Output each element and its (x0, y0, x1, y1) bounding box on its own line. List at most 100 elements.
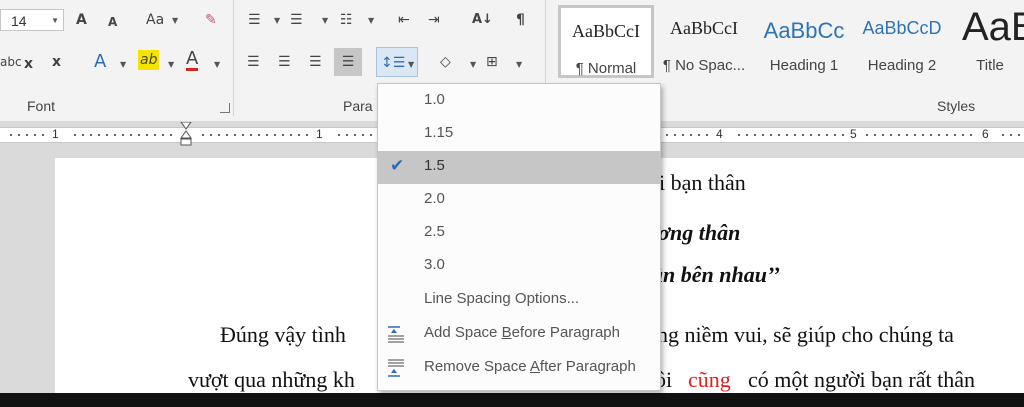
label-part: Remove Space (424, 358, 530, 375)
chevron-down-icon[interactable]: ▼ (322, 16, 328, 25)
indent-marker-icon[interactable] (180, 122, 192, 146)
strikethrough-icon[interactable]: abc (0, 52, 22, 72)
paragraph-group-label: Para (343, 98, 373, 114)
ruler-tick (970, 134, 972, 136)
ruler-tick (74, 134, 76, 136)
font-dialog-launcher-icon[interactable] (220, 103, 230, 113)
shading-icon[interactable]: ◇ (440, 52, 451, 72)
ruler-tick (210, 134, 212, 136)
style-no-spacing[interactable]: AaBbCcI ¶ No Spac... (656, 5, 752, 78)
ruler-number: 5 (850, 127, 857, 141)
doc-text-line: vượt qua những kh (188, 367, 355, 392)
ruler-tick (354, 134, 356, 136)
ruler-tick (890, 134, 892, 136)
ruler-tick (106, 134, 108, 136)
group-divider (233, 0, 234, 116)
ruler-tick (114, 134, 116, 136)
doc-text-line: ần bên nhau’’ (652, 262, 780, 287)
ruler-tick (738, 134, 740, 136)
menu-item-spacing-3-0[interactable]: 3.0 (378, 250, 660, 283)
ruler-tick (842, 134, 844, 136)
ruler-tick (266, 134, 268, 136)
font-color-icon[interactable]: A (186, 50, 199, 71)
menu-item-label: Line Spacing Options... (424, 290, 580, 307)
ruler-tick (922, 134, 924, 136)
style-title[interactable]: AaB Title (956, 5, 1024, 78)
numbering-icon[interactable]: ☰ (290, 10, 303, 30)
chevron-down-icon[interactable]: ▼ (516, 60, 522, 69)
chevron-down-icon[interactable]: ▼ (120, 60, 126, 69)
decrease-indent-icon[interactable]: ⇤ (398, 10, 410, 30)
doc-text-line: i bạn thân (659, 170, 746, 195)
label-accelerator: B (501, 324, 512, 341)
menu-item-label: Add Space Before Paragraph (424, 324, 620, 341)
style-heading-2[interactable]: AaBbCcD Heading 2 (854, 5, 950, 78)
menu-item-label: Remove Space After Paragraph (424, 358, 636, 375)
ruler-tick (1018, 134, 1020, 136)
multilevel-list-icon[interactable]: ☷ (340, 10, 353, 30)
font-group-label: Font (27, 98, 56, 114)
grow-font-icon[interactable]: A (76, 10, 87, 30)
menu-item-remove-space-after[interactable]: Remove Space After Paragraph (378, 352, 660, 385)
ruler-tick (754, 134, 756, 136)
menu-item-add-space-before[interactable]: Add Space Before Paragraph (378, 318, 660, 351)
increase-indent-icon[interactable]: ⇥ (428, 10, 440, 30)
ruler-tick (90, 134, 92, 136)
chevron-down-icon[interactable]: ▼ (214, 60, 220, 69)
menu-item-spacing-2-5[interactable]: 2.5 (378, 217, 660, 250)
align-right-icon[interactable]: ☰ (309, 52, 322, 72)
remove-space-after-icon (388, 359, 404, 377)
style-preview: AaBbCcI (572, 21, 640, 41)
shrink-font-icon[interactable]: A (108, 12, 117, 32)
text-effects-icon[interactable]: A (94, 52, 106, 72)
menu-item-spacing-1-15[interactable]: 1.15 (378, 118, 660, 151)
style-name: ¶ Normal (575, 60, 637, 77)
ruler-tick (362, 134, 364, 136)
superscript-icon[interactable]: x (52, 52, 61, 72)
line-spacing-menu: 1.0 1.15 ✔ 1.5 2.0 2.5 3.0 Line Spacing … (377, 83, 661, 391)
chevron-down-icon[interactable]: ▼ (470, 60, 476, 69)
change-case-icon[interactable]: Aa (146, 10, 164, 30)
chevron-down-icon[interactable]: ▼ (408, 60, 414, 69)
ruler-number: 6 (982, 127, 989, 141)
menu-item-spacing-1-5[interactable]: ✔ 1.5 (378, 151, 660, 184)
ruler-tick (250, 134, 252, 136)
ruler-tick (770, 134, 772, 136)
style-normal[interactable]: AaBbCcI ¶ Normal (558, 5, 654, 78)
ruler-tick (690, 134, 692, 136)
chevron-down-icon[interactable]: ▼ (168, 60, 174, 69)
ruler-tick (794, 134, 796, 136)
borders-icon[interactable]: ⊞ (486, 52, 498, 72)
label-part: fter Paragraph (539, 358, 636, 375)
chevron-down-icon[interactable]: ▼ (368, 16, 374, 25)
chevron-down-icon[interactable]: ▼ (172, 16, 178, 25)
bottom-edge (0, 393, 1024, 407)
bullets-icon[interactable]: ☰ (248, 10, 261, 30)
align-left-icon[interactable]: ☰ (247, 52, 260, 72)
menu-item-line-spacing-options[interactable]: Line Spacing Options... (378, 284, 660, 317)
ruler-tick (82, 134, 84, 136)
menu-item-spacing-1-0[interactable]: 1.0 (378, 85, 660, 118)
ruler-tick (370, 134, 372, 136)
styles-gallery: AaBbCcI ¶ Normal AaBbCcI ¶ No Spac... Aa… (556, 0, 1024, 83)
ruler-tick (930, 134, 932, 136)
subscript-icon[interactable]: x (24, 54, 33, 74)
ruler-tick (674, 134, 676, 136)
justify-icon[interactable]: ☰ (334, 48, 362, 76)
style-name: ¶ No Spac... (662, 57, 746, 74)
ruler-tick (146, 134, 148, 136)
menu-item-spacing-2-0[interactable]: 2.0 (378, 184, 660, 217)
pilcrow-icon[interactable]: ¶ (516, 10, 525, 30)
font-size-box[interactable]: 14 ▼ (0, 9, 64, 31)
style-heading-1[interactable]: AaBbCc Heading 1 (756, 5, 852, 78)
clear-formatting-icon[interactable]: ✎ (205, 10, 217, 30)
chevron-down-icon[interactable]: ▼ (51, 10, 59, 32)
menu-item-label: 1.5 (424, 157, 445, 174)
menu-item-label: 3.0 (424, 256, 445, 273)
chevron-down-icon[interactable]: ▼ (274, 16, 280, 25)
ruler-tick (938, 134, 940, 136)
ruler-tick (122, 134, 124, 136)
sort-icon[interactable]: A↓ (472, 10, 493, 30)
highlight-icon[interactable]: ab (138, 50, 160, 70)
align-center-icon[interactable]: ☰ (278, 52, 291, 72)
